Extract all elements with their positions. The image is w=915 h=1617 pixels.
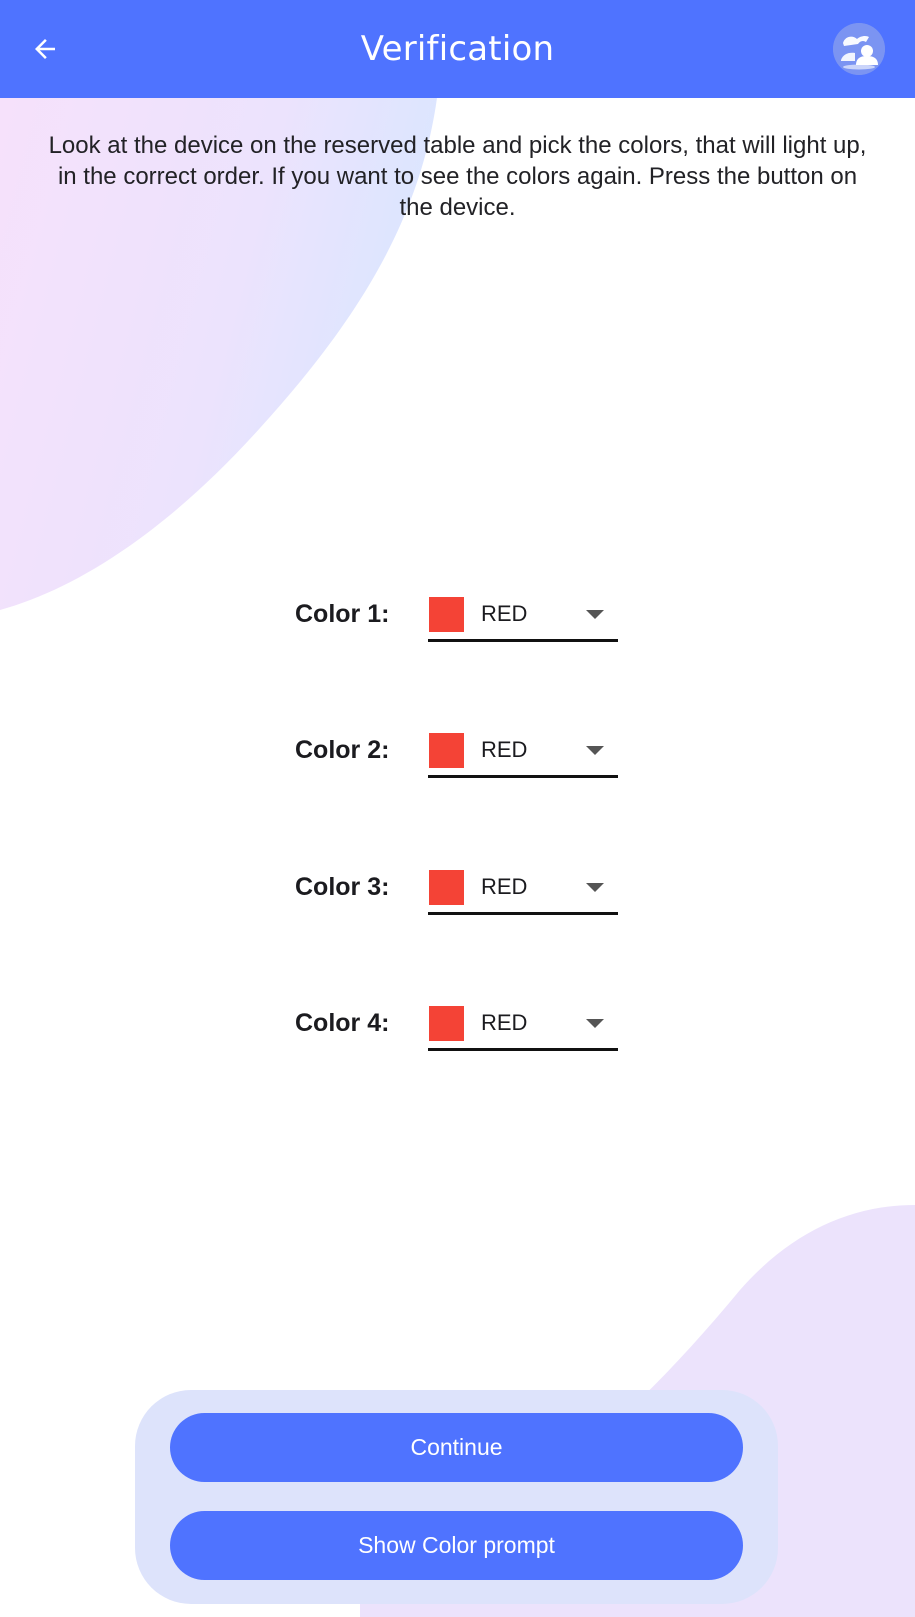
action-panel: Continue Show Color prompt: [135, 1390, 778, 1604]
color-4-dropdown[interactable]: RED: [428, 995, 618, 1051]
instructions-text: Look at the device on the reserved table…: [48, 132, 867, 221]
app-bar: Verification: [0, 0, 915, 98]
color-2-value: RED: [481, 737, 528, 762]
color-1-dropdown[interactable]: RED: [428, 586, 618, 642]
back-button[interactable]: [20, 24, 70, 74]
dropdown-arrow-icon: [586, 1019, 604, 1028]
color-3-value: RED: [481, 874, 528, 899]
dropdown-arrow-icon: [586, 883, 604, 892]
avatar[interactable]: [833, 23, 885, 75]
color-2-label: Color 2:: [295, 736, 390, 764]
user-avatar-icon: [833, 23, 885, 75]
arrow-left-icon: [35, 39, 55, 59]
color-swatch: [429, 733, 464, 768]
color-row-3: Color 3: RED: [0, 859, 915, 915]
continue-button[interactable]: Continue: [170, 1413, 743, 1482]
color-2-dropdown[interactable]: RED: [428, 722, 618, 778]
color-swatch: [429, 870, 464, 905]
color-row-2: Color 2: RED: [0, 722, 915, 778]
dropdown-arrow-icon: [586, 746, 604, 755]
color-row-1: Color 1: RED: [0, 586, 915, 642]
color-3-dropdown[interactable]: RED: [428, 859, 618, 915]
color-swatch: [429, 1006, 464, 1041]
color-1-value: RED: [481, 601, 528, 626]
color-4-value: RED: [481, 1010, 528, 1035]
color-swatch: [429, 597, 464, 632]
show-color-prompt-button[interactable]: Show Color prompt: [170, 1511, 743, 1580]
color-row-4: Color 4: RED: [0, 995, 915, 1051]
color-1-label: Color 1:: [295, 600, 390, 628]
page-title: Verification: [360, 29, 555, 69]
color-4-label: Color 4:: [295, 1009, 390, 1037]
color-3-label: Color 3:: [295, 873, 390, 901]
dropdown-arrow-icon: [586, 610, 604, 619]
